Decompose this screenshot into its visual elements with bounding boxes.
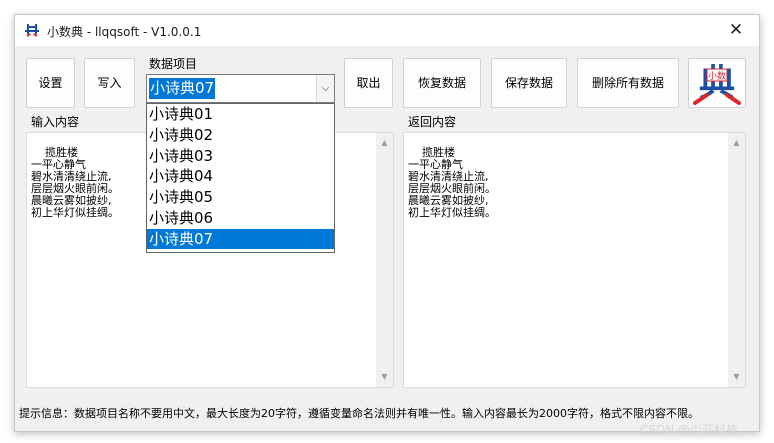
title-bar: 小数典 - llqqsoft - V1.0.0.1 ✕ bbox=[15, 15, 759, 46]
dropdown-option[interactable]: 小诗典03 bbox=[147, 146, 334, 167]
output-content-textarea[interactable]: 揽胜楼 一平心静气 碧水清清绕止流, 层层烟火眼前闲。 晨曦云雾如披纱, 初上华… bbox=[403, 132, 746, 388]
settings-button[interactable]: 设置 bbox=[26, 58, 75, 108]
output-scrollbar[interactable]: ▲ ▼ bbox=[728, 133, 745, 387]
input-scrollbar[interactable]: ▲ ▼ bbox=[376, 133, 393, 387]
dropdown-option[interactable]: 小诗典06 bbox=[147, 208, 334, 229]
dropdown-option[interactable]: 小诗典05 bbox=[147, 187, 334, 208]
scroll-down-icon[interactable]: ▼ bbox=[376, 371, 393, 383]
save-data-button[interactable]: 保存数据 bbox=[491, 58, 567, 108]
close-button[interactable]: ✕ bbox=[713, 15, 759, 46]
fetch-button[interactable]: 取出 bbox=[344, 58, 393, 108]
chevron-down-icon[interactable]: ⌵ bbox=[316, 75, 334, 102]
logo-icon: 典 小数 bbox=[693, 63, 741, 105]
data-item-selected-value: 小诗典07 bbox=[149, 78, 216, 99]
app-window: 小数典 - llqqsoft - V1.0.0.1 ✕ 设置 写入 数据项目 小… bbox=[14, 14, 760, 432]
data-item-label: 数据项目 bbox=[147, 55, 200, 72]
logo-small-text: 小数 bbox=[708, 70, 726, 82]
scroll-down-icon[interactable]: ▼ bbox=[728, 371, 745, 383]
app-logo-icon bbox=[25, 24, 39, 37]
output-content-label: 返回内容 bbox=[406, 113, 459, 130]
delete-all-data-button[interactable]: 删除所有数据 bbox=[577, 58, 679, 108]
data-item-dropdown-list[interactable]: 小诗典01 小诗典02 小诗典03 小诗典04 小诗典05 小诗典06 小诗典07 bbox=[146, 103, 335, 253]
dropdown-option[interactable]: 小诗典01 bbox=[147, 104, 334, 125]
status-message: 提示信息：数据项目名称不要用中文，最大长度为20字符，遵循变量命名法则并有唯一性… bbox=[19, 407, 699, 420]
watermark: CSDN @少莊科技 bbox=[640, 423, 739, 437]
scroll-up-icon[interactable]: ▲ bbox=[728, 137, 745, 149]
close-icon: ✕ bbox=[728, 20, 744, 40]
input-content-text: 揽胜楼 一平心静气 碧水清清绕止流, 层层烟火眼前闲。 晨曦云雾如披纱, 初上华… bbox=[31, 146, 119, 219]
write-button[interactable]: 写入 bbox=[84, 58, 135, 108]
logo-button[interactable]: 典 小数 bbox=[688, 58, 746, 108]
scroll-up-icon[interactable]: ▲ bbox=[376, 137, 393, 149]
dropdown-option[interactable]: 小诗典04 bbox=[147, 166, 334, 187]
input-content-label: 输入内容 bbox=[29, 113, 82, 130]
restore-data-button[interactable]: 恢复数据 bbox=[403, 58, 481, 108]
output-content-text: 揽胜楼 一平心静气 碧水清清绕止流, 层层烟火眼前闲。 晨曦云雾如披纱, 初上华… bbox=[408, 146, 496, 219]
dropdown-option[interactable]: 小诗典07 bbox=[147, 228, 334, 250]
window-title: 小数典 - llqqsoft - V1.0.0.1 bbox=[47, 25, 202, 39]
dropdown-option[interactable]: 小诗典02 bbox=[147, 125, 334, 146]
data-item-select[interactable]: 小诗典07 ⌵ bbox=[146, 74, 335, 103]
